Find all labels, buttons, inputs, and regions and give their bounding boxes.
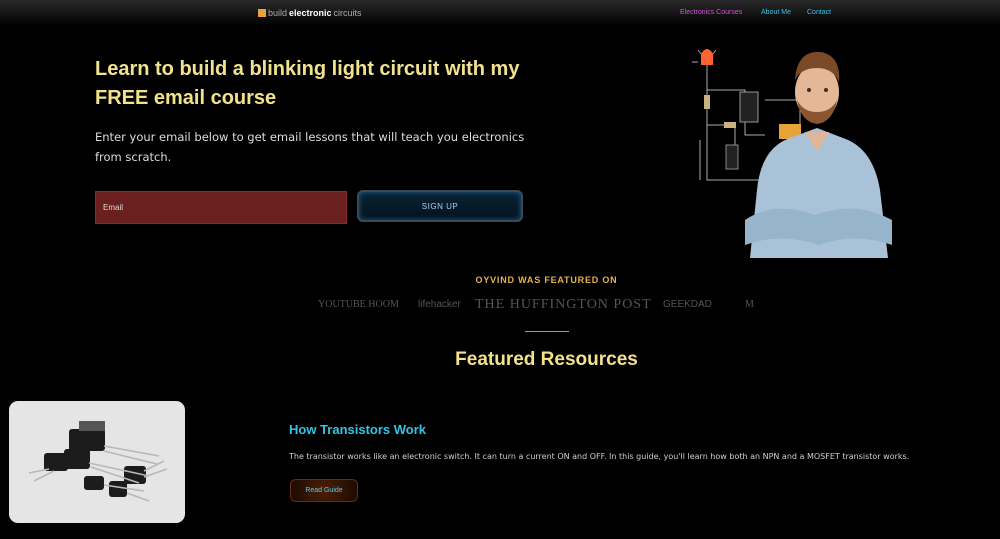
- email-field[interactable]: [95, 191, 347, 224]
- press-logo-5: M: [745, 299, 754, 310]
- resource-title-link[interactable]: How Transistors Work: [289, 422, 426, 437]
- nav-about-me[interactable]: About Me: [761, 9, 791, 16]
- logo-text-post: circuits: [333, 8, 362, 18]
- led-icon: [701, 49, 713, 65]
- featured-on-heading: OYVIND WAS FEATURED ON: [475, 275, 618, 285]
- logo-icon: [258, 9, 266, 17]
- press-logo-1: YOUTUBE HOOM: [318, 299, 399, 310]
- transistor-image[interactable]: [9, 401, 185, 523]
- nav-contact[interactable]: Contact: [807, 9, 831, 16]
- author-photo: [745, 51, 892, 258]
- nav-electronics-courses[interactable]: Electronics Courses: [680, 9, 742, 16]
- resource-description: The transistor works like an electronic …: [289, 452, 910, 461]
- press-logo-huffington-post: THE HUFFINGTON POST: [475, 297, 652, 312]
- press-logo-geekdad: GEEKDAD: [663, 299, 712, 310]
- transistor-icon: [28, 421, 168, 502]
- signup-button[interactable]: SIGN UP: [357, 190, 523, 222]
- logo-text-bold: electronic: [289, 8, 332, 18]
- hero-title: Learn to build a blinking light circuit …: [95, 58, 520, 109]
- hero-subtitle: Enter your email below to get email less…: [95, 130, 525, 164]
- press-logo-lifehacker: lifehacker: [418, 299, 461, 310]
- logo-text-pre: build: [268, 8, 288, 18]
- top-nav-bar: build electronic circuits Electronics Cour…: [0, 0, 1000, 26]
- site-logo[interactable]: build electronic circuits: [258, 8, 362, 18]
- read-guide-button[interactable]: Read Guide: [290, 479, 358, 502]
- featured-resources-title: Featured Resources: [455, 349, 638, 370]
- resistor-icon: [704, 95, 710, 109]
- section-divider: [525, 331, 569, 332]
